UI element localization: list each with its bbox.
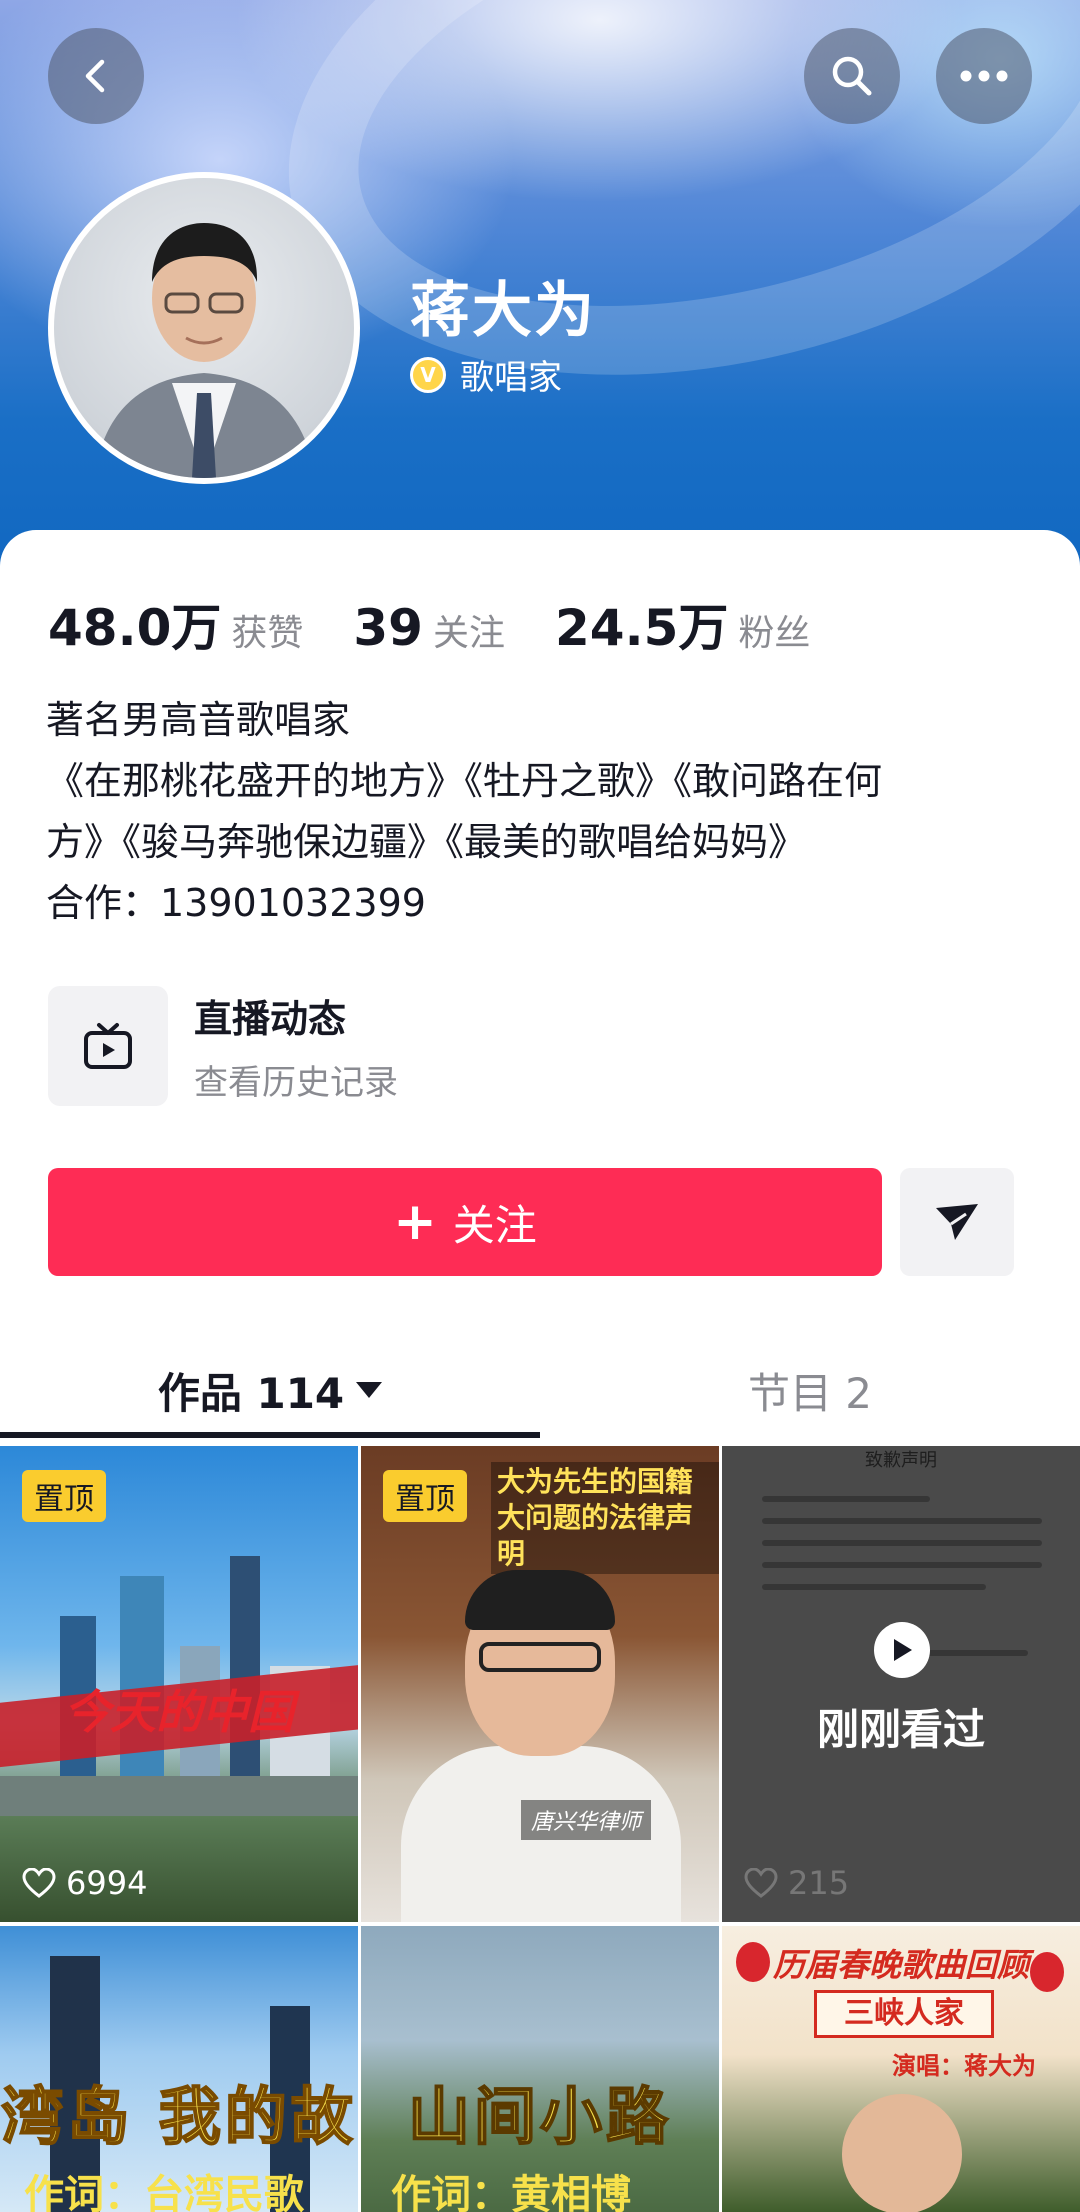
avatar[interactable] [48,172,360,484]
more-dots-icon [960,70,1008,82]
like-count: 6994 [22,1864,147,1902]
share-button[interactable] [900,1168,1014,1276]
tv-icon [84,1023,132,1069]
paper-plane-icon [936,1204,978,1240]
followers-count[interactable]: 24.5万 [555,588,728,660]
heart-icon [744,1868,778,1898]
video-header: 历届春晚歌曲回顾 [772,1946,1029,1984]
video-title: 今天的中国 [64,1685,294,1739]
live-icon-box [48,986,168,1106]
live-history-entry[interactable]: 直播动态 查看历史记录 [48,986,398,1106]
like-count: 215 [744,1864,849,1902]
content-tabs: 作品 114 节目 2 [0,1340,1080,1440]
pinned-badge: 置顶 [383,1470,467,1522]
video-tile[interactable]: 湾岛 我的故 作词：台湾民歌 [0,1926,358,2212]
live-subtitle: 查看历史记录 [194,1063,398,1103]
video-headline: 大为先生的国籍 大问题的法律声明 [491,1462,719,1574]
plus-icon: + [393,1192,437,1252]
verified-badge-icon: V [410,356,446,393]
search-icon [832,56,872,96]
verification-row: V 歌唱家 [410,350,562,399]
tab-works[interactable]: 作品 114 [0,1340,540,1440]
like-count-value: 215 [788,1864,850,1902]
profile-name: 蒋大为 [410,276,596,346]
pinned-badge: 置顶 [22,1470,106,1522]
tab-shows[interactable]: 节目 2 [540,1340,1080,1440]
speaker-tag: 唐兴华律师 [521,1800,652,1840]
bridge-shape [0,1776,358,1816]
video-title: 山间小路 [407,2079,672,2154]
video-title: 湾岛 我的故 [0,2079,357,2154]
profile-header: 蒋大为 V 歌唱家 [0,0,1080,600]
likes-count[interactable]: 48.0万 [48,588,221,660]
stats-row: 48.0万 获赞 39 关注 24.5万 粉丝 [48,588,860,660]
person-face [842,2094,962,2212]
bio-line: 《在那桃花盛开的地方》《牡丹之歌》《敢问路在何 [46,759,883,803]
profile-bio: 著名男高音歌唱家 《在那桃花盛开的地方》《牡丹之歌》《敢问路在何 方》《骏马奔驰… [46,690,1036,934]
chevron-left-icon [85,59,105,93]
bio-line: 著名男高音歌唱家 [46,698,351,742]
like-count-value: 6994 [66,1864,148,1902]
live-title: 直播动态 [194,997,347,1041]
video-subtitle: 作词：黄相博 [391,2171,631,2212]
more-options-button[interactable] [936,28,1032,124]
video-tile[interactable]: 历届春晚歌曲回顾 三峡人家 演唱：蒋大为 [722,1926,1080,2212]
follow-label: 关注 [452,1200,537,1250]
caret-down-icon [356,1382,383,1398]
verified-label: 歌唱家 [460,358,562,398]
bio-line: 方》《骏马奔驰保边疆》《最美的歌唱给妈妈》 [46,820,807,864]
play-icon [874,1622,930,1678]
document-title: 致歉声明 [865,1450,937,1471]
tab-works-label: 作品 114 [157,1368,345,1418]
tab-indicator [0,1432,540,1438]
person-hair [465,1570,615,1630]
likes-label[interactable]: 获赞 [231,604,303,656]
heart-icon [22,1868,56,1898]
singer-credit: 演唱：蒋大为 [892,2051,1036,2080]
video-tile[interactable]: 山间小路 作词：黄相博 [361,1926,719,2212]
recently-watched-label: 刚刚看过 [816,1705,985,1754]
following-count[interactable]: 39 [353,599,423,657]
song-title: 三峡人家 [814,1990,994,2038]
following-label[interactable]: 关注 [433,604,505,656]
video-tile[interactable]: 大为先生的国籍 大问题的法律声明 唐兴华律师 置顶 [361,1446,719,1922]
followers-label[interactable]: 粉丝 [738,604,810,656]
search-button[interactable] [804,28,900,124]
video-tile[interactable]: 今天的中国 置顶 6994 [0,1446,358,1922]
back-button[interactable] [48,28,144,124]
avatar-portrait [94,223,316,478]
follow-button[interactable]: + 关注 [48,1168,882,1276]
video-tile[interactable]: 致歉声明 刚刚看过 215 [722,1446,1080,1922]
bio-contact: 合作：13901032399 [46,881,426,925]
video-subtitle: 作词：台湾民歌 [24,2171,304,2212]
glasses-shape [479,1642,601,1672]
tab-shows-label: 节目 2 [747,1368,873,1418]
video-grid: 今天的中国 置顶 6994 大为先生的国籍 大问题的法律声明 唐兴华律师 置顶 … [0,1446,1080,2212]
